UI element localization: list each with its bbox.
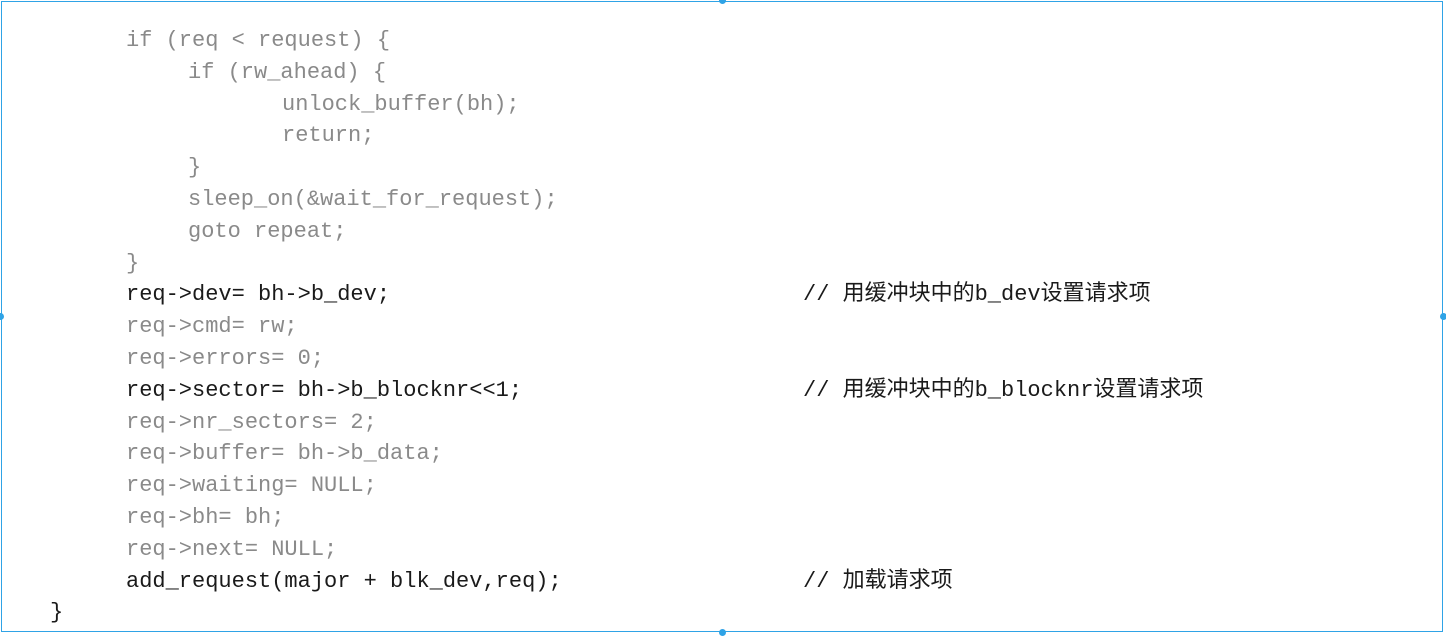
code-line: if (req < request) { [0, 25, 1440, 57]
code-comment: // 用缓冲块中的b_dev设置请求项 [803, 282, 1151, 308]
code-line: } [0, 597, 1440, 629]
code-text: req->dev= bh->b_dev; [126, 282, 391, 308]
code-line: req->cmd= rw; [0, 311, 1440, 343]
code-listing: if (req < request) { if (rw_ahead) { unloc… [0, 25, 1440, 629]
code-text: } [188, 155, 202, 181]
code-line: add_request(major + blk_dev,req); // 加载请求… [0, 566, 1440, 598]
resize-handle-right[interactable] [1440, 313, 1446, 320]
code-text: return; [282, 123, 375, 149]
code-line: req->errors= 0; [0, 343, 1440, 375]
code-line: req->dev= bh->b_dev; // 用缓冲块中的b_dev设置请求项 [0, 279, 1440, 311]
code-text: req->next= NULL; [126, 536, 338, 562]
code-text: req->cmd= rw; [126, 314, 298, 340]
code-text: } [126, 250, 140, 276]
code-text: if (rw_ahead) { [188, 59, 387, 85]
code-text: req->nr_sectors= 2; [126, 409, 377, 435]
code-line: } [0, 248, 1440, 280]
code-text: req->sector= bh->b_blocknr<<1; [126, 377, 523, 403]
code-line: req->buffer= bh->b_data; [0, 438, 1440, 470]
code-text: req->waiting= NULL; [126, 473, 377, 499]
code-line: goto repeat; [0, 216, 1440, 248]
code-text: req->errors= 0; [126, 345, 325, 371]
code-line: sleep_on(&wait_for_request); [0, 184, 1440, 216]
code-text: req->buffer= bh->b_data; [126, 441, 443, 467]
code-line: req->sector= bh->b_blocknr<<1; // 用缓冲块中的b… [0, 375, 1440, 407]
code-line: if (rw_ahead) { [0, 57, 1440, 89]
code-line: req->bh= bh; [0, 502, 1440, 534]
code-text: if (req < request) { [126, 28, 391, 53]
code-text: sleep_on(&wait_for_request); [188, 186, 558, 212]
code-text: goto repeat; [188, 218, 347, 244]
code-text: unlock_buffer(bh); [282, 91, 520, 117]
code-comment: // 用缓冲块中的b_blocknr设置请求项 [803, 377, 1204, 403]
code-line: } [0, 152, 1440, 184]
code-text: req->bh= bh; [126, 504, 285, 530]
code-line: req->waiting= NULL; [0, 470, 1440, 502]
code-text: } [50, 600, 64, 626]
code-text: add_request(major + blk_dev,req); [126, 568, 562, 594]
code-comment: // 加载请求项 [803, 568, 953, 594]
code-line: req->next= NULL; [0, 534, 1440, 566]
code-line: return; [0, 120, 1440, 152]
code-line: req->nr_sectors= 2; [0, 407, 1440, 439]
code-line: unlock_buffer(bh); [0, 89, 1440, 121]
